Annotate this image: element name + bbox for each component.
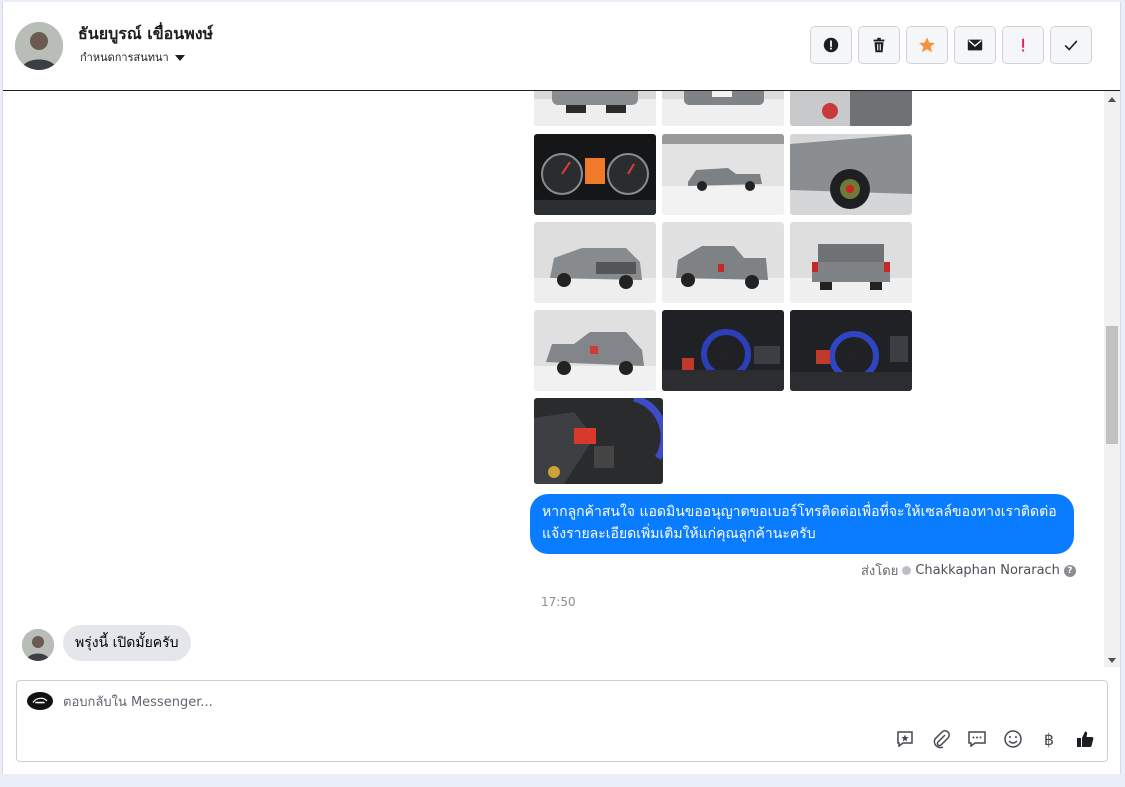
exclamation-icon bbox=[1022, 38, 1025, 52]
photo-attachment[interactable] bbox=[534, 310, 656, 391]
baht-icon: ฿ bbox=[1043, 729, 1055, 749]
mark-done-button[interactable] bbox=[1050, 26, 1092, 64]
sent-by-agent[interactable]: Chakkaphan Norarach bbox=[915, 563, 1060, 578]
contact-avatar[interactable] bbox=[15, 22, 63, 70]
header-actions bbox=[810, 26, 1092, 64]
sent-by-line: ส่งโดย Chakkaphan Norarach ? bbox=[861, 560, 1076, 581]
inbox-frame: ธันยบูรณ์ เขื่อนพงษ์ กำหนดการสนทนา หากลู… bbox=[2, 2, 1121, 774]
incoming-message: พรุ่งนี้ เปิดมั้ยครับ bbox=[63, 625, 191, 661]
conversation-header: ธันยบูรณ์ เขื่อนพงษ์ กำหนดการสนทนา bbox=[3, 2, 1120, 91]
sent-by-prefix: ส่งโดย bbox=[861, 564, 899, 579]
star-button[interactable] bbox=[906, 26, 948, 64]
label-menu-text: กำหนดการสนทนา bbox=[80, 51, 169, 64]
emoji-icon bbox=[1004, 730, 1022, 748]
photo-attachment[interactable] bbox=[534, 222, 656, 303]
composer-tools: ฿ bbox=[893, 727, 1097, 751]
scroll-thumb[interactable] bbox=[1106, 326, 1118, 444]
quick-reply-button[interactable] bbox=[965, 727, 989, 751]
saved-reply-button[interactable] bbox=[893, 727, 917, 751]
chat-bubble-icon bbox=[968, 731, 986, 748]
outgoing-message: หากลูกค้าสนใจ แอดมินขออนุญาตขอเบอร์โทรติ… bbox=[530, 494, 1074, 554]
message-timestamp: 17:50 bbox=[541, 595, 576, 609]
message-thread[interactable]: หากลูกค้าสนใจ แอดมินขออนุญาตขอเบอร์โทรติ… bbox=[3, 91, 1102, 667]
reply-composer: ฿ bbox=[16, 680, 1108, 762]
photo-attachment[interactable] bbox=[534, 398, 663, 484]
thumbs-up-icon bbox=[1077, 731, 1094, 747]
photo-attachment[interactable] bbox=[662, 91, 784, 126]
photo-attachment[interactable] bbox=[790, 310, 912, 391]
photo-attachment[interactable] bbox=[790, 134, 912, 215]
scroll-down-arrow-icon[interactable] bbox=[1108, 658, 1116, 663]
photo-attachment[interactable] bbox=[662, 310, 784, 391]
agent-status-icon bbox=[902, 566, 912, 575]
attach-file-button[interactable] bbox=[929, 727, 953, 751]
sender-avatar bbox=[22, 629, 54, 661]
scroll-up-arrow-icon[interactable] bbox=[1108, 97, 1116, 102]
photo-attachment[interactable] bbox=[534, 134, 656, 215]
star-icon bbox=[919, 37, 935, 53]
photo-attachment[interactable] bbox=[662, 134, 784, 215]
mark-spam-button[interactable] bbox=[810, 26, 852, 64]
thread-scrollbar[interactable] bbox=[1104, 91, 1120, 667]
follow-up-button[interactable] bbox=[1002, 26, 1044, 64]
contact-name: ธันยบูรณ์ เขื่อนพงษ์ bbox=[78, 24, 214, 43]
photo-attachment[interactable] bbox=[790, 91, 912, 126]
photo-attachment[interactable] bbox=[790, 222, 912, 303]
delete-button[interactable] bbox=[858, 26, 900, 64]
like-button[interactable] bbox=[1073, 727, 1097, 751]
payment-button[interactable]: ฿ bbox=[1037, 727, 1061, 751]
help-icon[interactable]: ? bbox=[1063, 564, 1076, 577]
checkmark-icon bbox=[1064, 40, 1078, 51]
envelope-icon bbox=[967, 39, 983, 51]
saved-reply-icon bbox=[897, 731, 913, 748]
reply-input[interactable] bbox=[63, 692, 763, 712]
label-menu[interactable]: กำหนดการสนทนา bbox=[80, 48, 185, 66]
caret-down-icon bbox=[174, 55, 185, 61]
photo-attachment[interactable] bbox=[534, 91, 656, 126]
photo-attachment[interactable] bbox=[662, 222, 784, 303]
mark-unread-button[interactable] bbox=[954, 26, 996, 64]
alert-circle-icon bbox=[823, 37, 839, 53]
page-logo-icon bbox=[27, 692, 53, 710]
attachment-icon bbox=[933, 730, 950, 749]
trash-icon bbox=[873, 37, 885, 53]
emoji-button[interactable] bbox=[1001, 727, 1025, 751]
